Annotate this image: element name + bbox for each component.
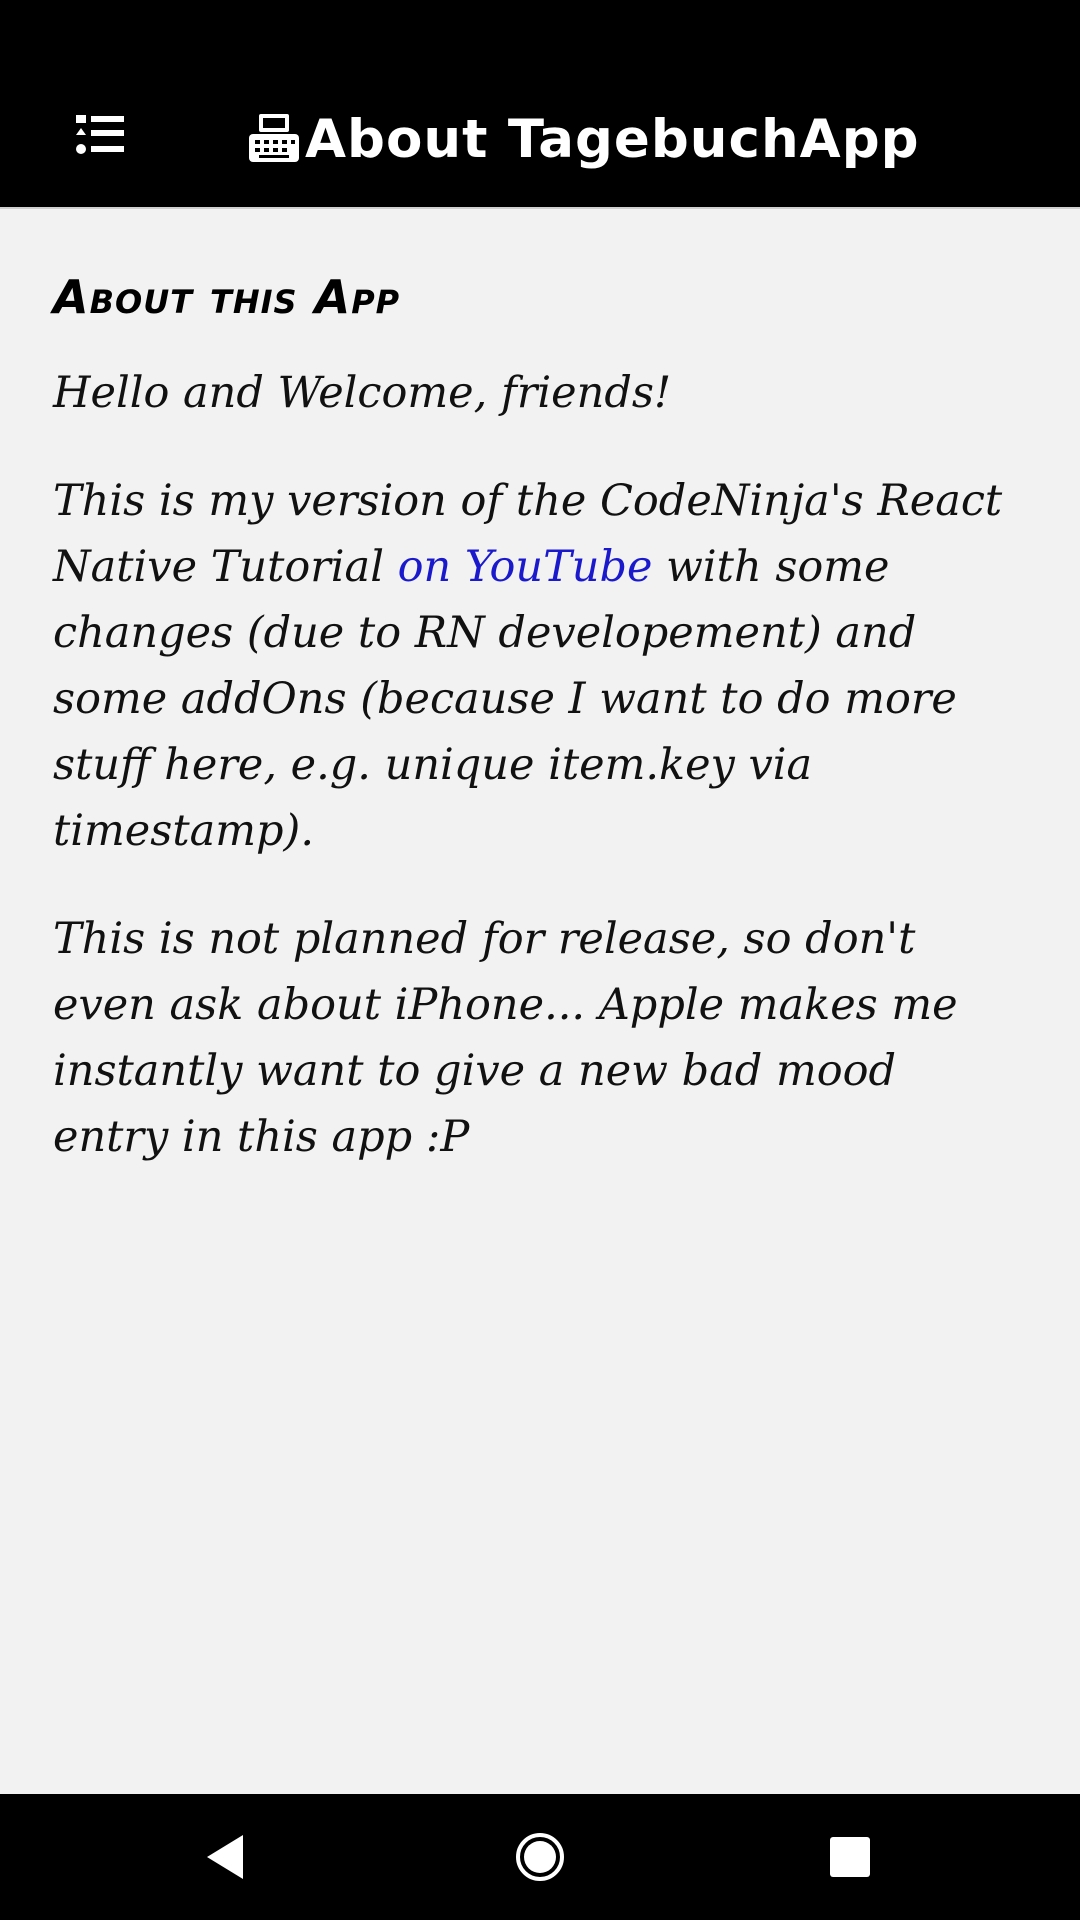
system-nav-bar bbox=[0, 1794, 1080, 1920]
typewriter-icon bbox=[249, 114, 299, 162]
greeting-paragraph: Hello and Welcome, friends! bbox=[53, 368, 672, 418]
tutorial-paragraph: This is my version of the CodeNinja's Re… bbox=[53, 468, 1013, 864]
header-title: About TagebuchApp bbox=[245, 104, 920, 174]
about-content: About this App Hello and Welcome, friend… bbox=[53, 270, 1013, 1212]
about-screen: About TagebuchApp About this App Hello a… bbox=[0, 0, 1080, 1920]
home-button[interactable] bbox=[500, 1819, 580, 1895]
list-menu-icon bbox=[76, 115, 124, 154]
about-heading: About this App bbox=[53, 270, 401, 324]
back-button[interactable] bbox=[185, 1819, 265, 1895]
recents-square-icon bbox=[830, 1837, 870, 1877]
menu-button[interactable] bbox=[60, 105, 140, 165]
home-circle-icon bbox=[516, 1833, 564, 1881]
recents-button[interactable] bbox=[810, 1819, 890, 1895]
release-paragraph: This is not planned for release, so don'… bbox=[53, 914, 958, 1162]
header-title-text: About TagebuchApp bbox=[305, 108, 920, 170]
back-triangle-icon bbox=[207, 1835, 243, 1879]
app-header: About TagebuchApp bbox=[0, 0, 1080, 209]
youtube-link[interactable]: on YouTube bbox=[398, 542, 653, 592]
